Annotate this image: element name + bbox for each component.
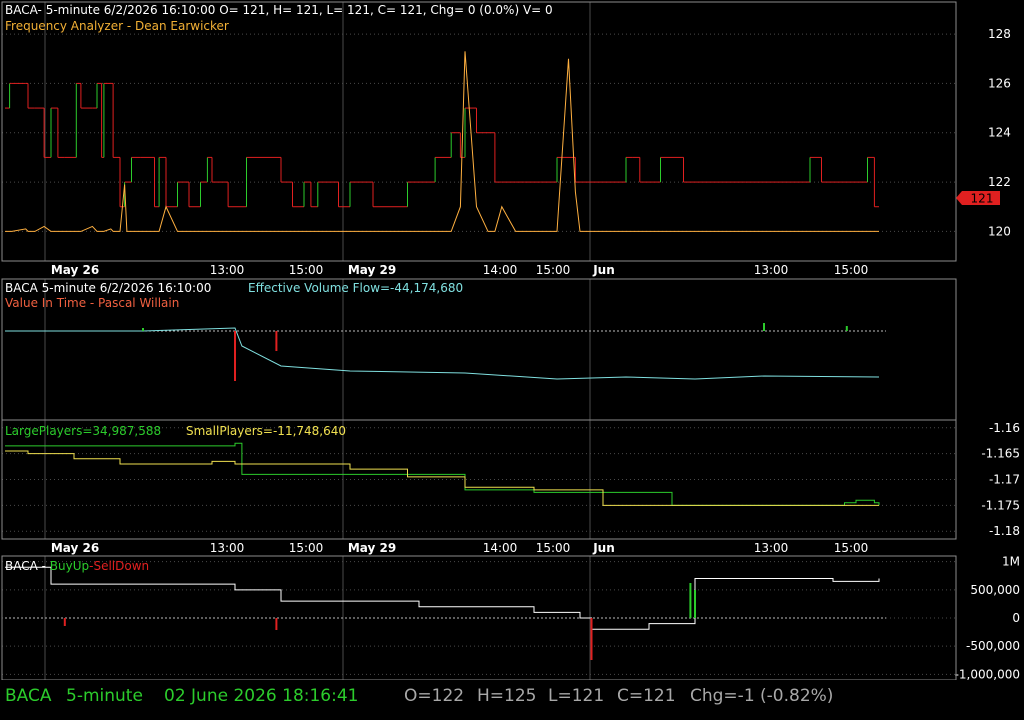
status-interval: 5-minute — [66, 686, 143, 706]
status-bar: BACA 5-minute 02 June 2026 18:16:41 O=12… — [0, 680, 1024, 720]
price-y-tick: 120 — [988, 224, 1011, 238]
price-y-tick: 126 — [988, 76, 1011, 90]
players-y-tick: -1.175 — [981, 498, 1020, 512]
chart-canvas: 120 122 124 126 128 -1.16 -1.165 -1.17 -1.175 -1.… — [1, 1, 1020, 680]
small-players-line — [5, 450, 879, 506]
players-y-tick: -1.18 — [989, 524, 1020, 538]
evf-line — [5, 327, 880, 380]
status-high: H=125 — [477, 686, 537, 706]
price-x-tick: May 29 — [348, 263, 396, 277]
players-x-tick: 15:00 — [536, 541, 571, 555]
status-symbol: BACA — [5, 686, 52, 706]
status-low: L=121 — [548, 686, 605, 706]
players-x-tick: 13:00 — [210, 541, 245, 555]
price-x-tick: 13:00 — [754, 263, 789, 277]
players-y-tick: -1.16 — [989, 421, 1020, 435]
small-players-label: SmallPlayers=-11,748,640 — [186, 424, 346, 438]
evf-value-label: Effective Volume Flow=-44,174,680 — [248, 281, 463, 295]
price-y-tick: 124 — [988, 126, 1011, 140]
buyup-y-tick: 500,000 — [970, 583, 1020, 597]
players-x-tick: 15:00 — [289, 541, 324, 555]
price-panel-indicator: Frequency Analyzer - Dean Earwicker — [5, 19, 229, 33]
buyup-y-tick: 0 — [1012, 611, 1020, 625]
players-x-tick: May 26 — [51, 541, 99, 555]
price-y-tick: 122 — [988, 175, 1011, 189]
buyup-y-tick: -1,000,000 — [955, 667, 1020, 680]
evf-panel-indicator: Value In Time - Pascal Willain — [5, 296, 179, 310]
price-x-tick: 14:00 — [483, 263, 518, 277]
evf-panel-header: BACA 5-minute 6/2/2026 16:10:00 — [5, 281, 211, 295]
status-close: C=121 — [617, 686, 676, 706]
buyup-line — [5, 566, 880, 630]
large-players-label: LargePlayers=34,987,588 — [5, 424, 161, 438]
price-x-tick: 13:00 — [210, 263, 245, 277]
buyup-panel-header: BACA - BuyUp-SellDown — [5, 559, 149, 573]
buyup-y-tick: -500,000 — [966, 639, 1020, 653]
buyup-y-tick: 1M — [1002, 555, 1020, 569]
last-price-tag: 121 — [956, 191, 1000, 206]
price-panel-header: BACA- 5-minute 6/2/2026 16:10:00 O= 121,… — [5, 3, 553, 17]
price-x-tick: 15:00 — [834, 263, 869, 277]
players-y-tick: -1.17 — [989, 473, 1020, 487]
price-x-tick: 15:00 — [536, 263, 571, 277]
price-x-tick: May 26 — [51, 263, 99, 277]
players-x-tick: 13:00 — [754, 541, 789, 555]
panel-frame-price — [1, 1, 957, 262]
players-x-tick: 14:00 — [483, 541, 518, 555]
players-y-tick: -1.165 — [981, 447, 1020, 461]
players-x-tick: May 29 — [348, 541, 396, 555]
players-x-tick: Jun — [592, 541, 615, 555]
last-price-value: 121 — [971, 192, 994, 206]
price-x-tick: Jun — [592, 263, 615, 277]
price-x-tick: 15:00 — [289, 263, 324, 277]
status-open: O=122 — [404, 686, 465, 706]
frequency-line — [5, 51, 879, 232]
label-layer: 120 122 124 126 128 -1.16 -1.165 -1.17 -1.175 -1.… — [51, 27, 1020, 680]
players-x-tick: 15:00 — [834, 541, 869, 555]
status-datetime: 02 June 2026 18:16:41 — [164, 686, 359, 706]
status-change: Chg=-1 (-0.82%) — [690, 686, 834, 706]
price-y-tick: 128 — [988, 27, 1011, 41]
large-players-line — [5, 442, 880, 506]
